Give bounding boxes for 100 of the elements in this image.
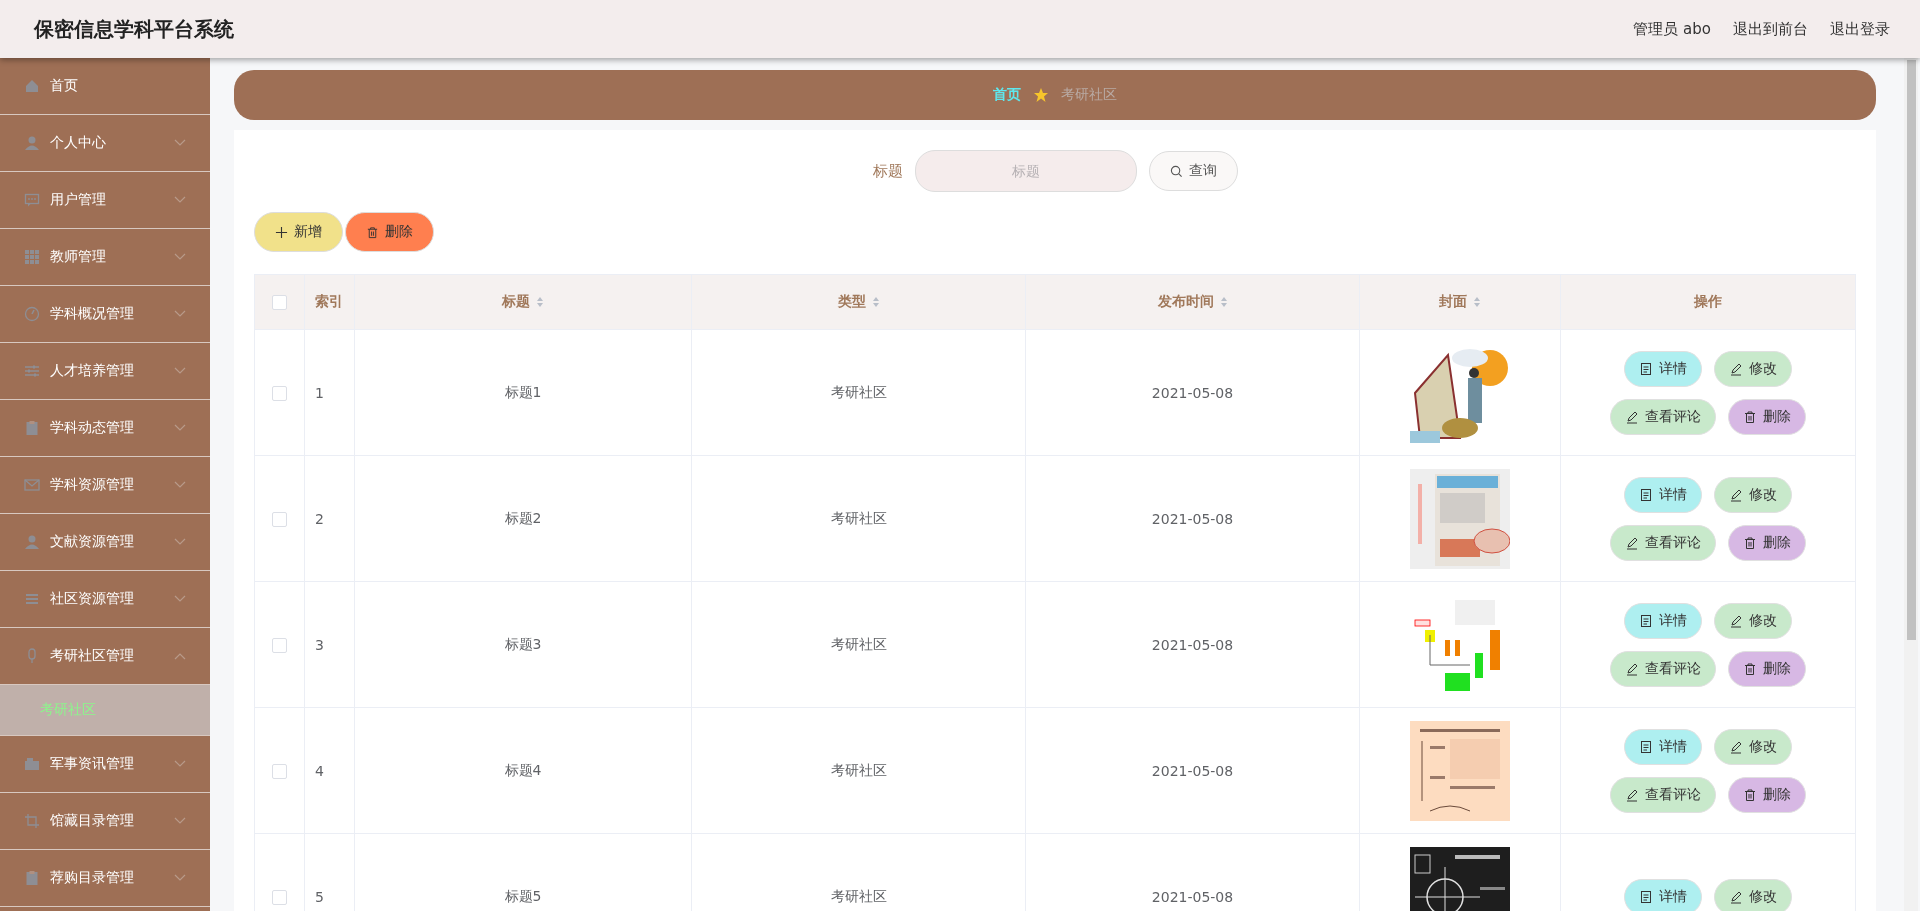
chevron-icon (174, 538, 186, 546)
chevron-icon (174, 424, 186, 432)
header-link[interactable]: 管理员 abo (1633, 19, 1711, 39)
menu-icon (24, 192, 40, 208)
comments-button[interactable]: 查看评论 (1610, 650, 1716, 687)
detail-button[interactable]: 详情 (1624, 728, 1702, 765)
document-icon (1639, 487, 1653, 502)
delete-button[interactable]: 删除 (1728, 398, 1806, 435)
table-cell: 2021-05-08 (1151, 384, 1234, 401)
delete-button[interactable]: 删除 (1728, 776, 1806, 813)
trash-icon (1743, 535, 1757, 550)
table-cell: 考研社区 (830, 761, 887, 778)
menu-icon (24, 477, 40, 493)
sidebar-item[interactable]: 荐购目录管理 (0, 850, 210, 907)
menu-icon (24, 813, 40, 829)
table-cell: 2021-05-08 (1151, 510, 1234, 527)
sort-icon[interactable] (1219, 296, 1228, 308)
chevron-icon (174, 196, 186, 204)
table-cell: 标题2 (504, 509, 542, 526)
pencil-icon (1625, 409, 1639, 424)
comments-button[interactable]: 查看评论 (1610, 524, 1716, 561)
sidebar-item[interactable]: 学科资源管理 (0, 457, 210, 514)
sidebar-item[interactable]: 用户管理 (0, 172, 210, 229)
row-checkbox[interactable] (272, 763, 287, 779)
sidebar-item[interactable]: 学科概况管理 (0, 286, 210, 343)
trash-icon (1743, 661, 1757, 676)
table-cell: 2021-05-08 (1151, 762, 1234, 779)
edit-button[interactable]: 修改 (1714, 350, 1792, 387)
detail-button[interactable]: 详情 (1624, 878, 1702, 911)
detail-button[interactable]: 详情 (1624, 476, 1702, 513)
delete-button[interactable]: 删除 (1728, 524, 1806, 561)
table-cell: 考研社区 (830, 635, 887, 652)
sort-icon[interactable] (536, 296, 544, 308)
pencil-icon (1729, 613, 1743, 628)
sidebar-item[interactable]: 社区资源管理 (0, 571, 210, 628)
header-link[interactable]: 退出登录 (1830, 19, 1890, 39)
sidebar-item[interactable]: 人才培养管理 (0, 343, 210, 400)
column-header[interactable]: 发布时间 (1157, 293, 1228, 311)
trash-icon (366, 225, 379, 239)
row-checkbox[interactable] (272, 889, 287, 905)
row-checkbox[interactable] (272, 637, 287, 653)
menu-icon (24, 249, 40, 265)
column-header[interactable]: 封面 (1439, 293, 1481, 311)
search-button[interactable]: 查询 (1148, 151, 1238, 191)
column-header[interactable]: 标题 (502, 293, 544, 311)
comments-button[interactable]: 查看评论 (1610, 398, 1716, 435)
table-cell: 标题5 (504, 887, 542, 904)
sidebar-item[interactable]: 首页 (0, 58, 210, 115)
table-cell: 2 (315, 510, 324, 527)
table-cell: 1 (315, 384, 324, 401)
sort-icon[interactable] (871, 296, 880, 308)
edit-button[interactable]: 修改 (1714, 728, 1792, 765)
sidebar-item[interactable]: 军事资讯管理 (0, 736, 210, 793)
sidebar-item[interactable]: 馆藏目录管理 (0, 793, 210, 850)
pencil-icon (1625, 535, 1639, 550)
table-cell: 标题3 (504, 635, 542, 652)
select-all-checkbox[interactable] (272, 295, 287, 311)
plus-icon (275, 225, 288, 239)
column-header: 索引 (315, 293, 343, 311)
document-icon (1639, 739, 1653, 754)
table-cell: 考研社区 (830, 509, 887, 526)
chevron-icon (174, 874, 186, 882)
menu-icon (24, 756, 40, 772)
chevron-icon (174, 760, 186, 768)
sort-icon[interactable] (1473, 296, 1481, 308)
menu-icon (24, 306, 40, 322)
edit-button[interactable]: 修改 (1714, 476, 1792, 513)
chevron-icon (174, 253, 186, 261)
detail-button[interactable]: 详情 (1624, 350, 1702, 387)
chevron-icon (174, 310, 186, 318)
column-header[interactable]: 类型 (837, 293, 880, 311)
header-link[interactable]: 退出到前台 (1733, 19, 1808, 39)
sidebar-item[interactable]: 个人中心 (0, 115, 210, 172)
chevron-icon (174, 367, 186, 375)
search-field[interactable]: 标题 (914, 150, 1137, 192)
scrollbar[interactable] (1904, 58, 1918, 911)
pencil-icon (1729, 739, 1743, 754)
table-cell: 考研社区 (830, 887, 887, 904)
row-checkbox[interactable] (272, 385, 287, 401)
table-cell: 标题4 (504, 761, 542, 778)
add-button[interactable]: 新增 (254, 212, 343, 252)
delete-button[interactable]: 删除 (1728, 650, 1806, 687)
edit-button[interactable]: 修改 (1714, 602, 1792, 639)
detail-button[interactable]: 详情 (1624, 602, 1702, 639)
delete-button[interactable]: 删除 (345, 212, 434, 252)
sidebar-item[interactable]: 教师管理 (0, 229, 210, 286)
pencil-icon (1625, 661, 1639, 676)
edit-button[interactable]: 修改 (1714, 878, 1792, 911)
table-cell: 3 (315, 636, 324, 653)
trash-icon (1743, 409, 1757, 424)
pencil-icon (1729, 487, 1743, 502)
search-icon (1169, 164, 1183, 178)
pencil-icon (1729, 361, 1743, 376)
sidebar-item[interactable]: 文献资源管理 (0, 514, 210, 571)
sidebar-item[interactable]: 学科动态管理 (0, 400, 210, 457)
row-checkbox[interactable] (272, 511, 287, 527)
chevron-icon (174, 595, 186, 603)
comments-button[interactable]: 查看评论 (1610, 776, 1716, 813)
table-cell: 2021-05-08 (1151, 888, 1234, 905)
document-icon (1639, 361, 1653, 376)
